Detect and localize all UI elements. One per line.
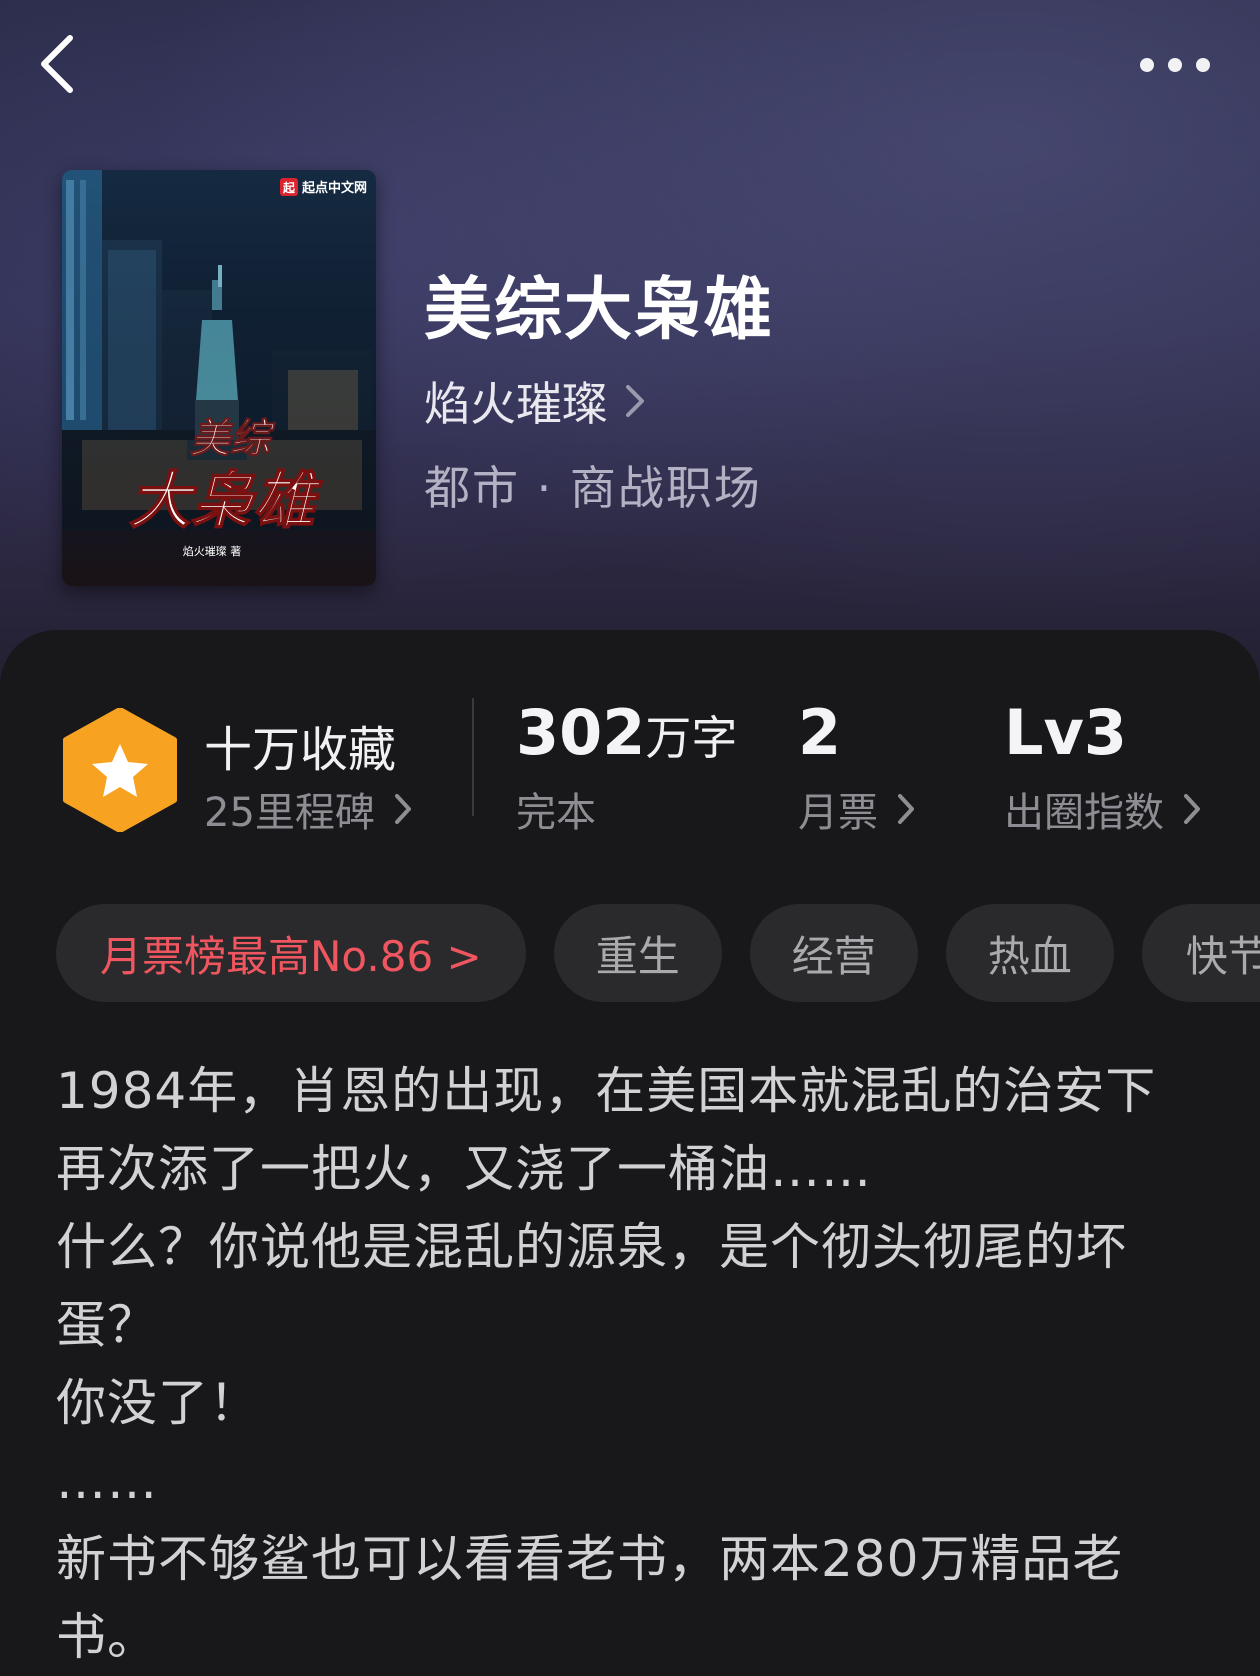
more-button[interactable] — [1140, 50, 1220, 80]
cover-title-line1: 美综 — [190, 415, 276, 462]
influence-index-value: Lv3 — [1004, 696, 1128, 769]
word-count-value: 302 — [516, 696, 646, 769]
book-description: 1984年，肖恩的出现，在美国本就混乱的治安下再次添了一把火，又浇了一桶油…… … — [56, 1052, 1206, 1676]
cover-author-label: 焰火璀璨 著 — [183, 544, 242, 558]
monthly-votes: 2 — [798, 696, 841, 769]
tag-list: 月票榜最高No.86 > 重生 经营 热血 快节奏 — [56, 904, 1260, 1002]
cover-title-line2: 大枭雄 — [129, 464, 323, 537]
tag-chip[interactable]: 重生 — [553, 904, 722, 1002]
book-cover[interactable]: 起 起点中文网 美综 大枭雄 焰火璀璨 著 — [62, 170, 376, 586]
author-link[interactable]: 焰火璀璨 — [424, 368, 646, 434]
svg-text:起: 起 — [282, 180, 296, 195]
chevron-right-icon — [626, 385, 644, 417]
tag-chip[interactable]: 经营 — [749, 904, 918, 1002]
description-paragraph: 你没了！ — [56, 1374, 260, 1432]
completion-status: 完本 — [516, 790, 596, 836]
description-paragraph: 1984年，肖恩的出现，在美国本就混乱的治安下再次添了一把火，又浇了一桶油…… — [56, 1062, 1157, 1198]
influence-index-link[interactable]: 出圈指数 — [1004, 780, 1202, 838]
chevron-right-icon — [1184, 794, 1200, 824]
chevron-right-icon — [394, 794, 411, 824]
ranking-tag[interactable]: 月票榜最高No.86 > — [56, 904, 526, 1002]
influence-index-label: 出圈指数 — [1004, 790, 1164, 836]
collection-subtitle: 25里程碑 — [204, 790, 375, 836]
chevron-right-icon — [898, 794, 914, 824]
star-badge-icon — [63, 708, 177, 832]
collection-milestone-link[interactable]: 25里程碑 — [204, 780, 413, 838]
word-count: 302万字 — [516, 696, 737, 769]
tag-chip[interactable]: 快节奏 — [1141, 904, 1260, 1002]
author-name: 焰火璀璨 — [424, 377, 608, 431]
back-button[interactable] — [30, 30, 90, 100]
more-dot-icon — [1168, 58, 1182, 72]
tag-chip[interactable]: 热血 — [945, 904, 1114, 1002]
description-paragraph: …… — [56, 1452, 158, 1510]
collection-title: 十万收藏 — [204, 722, 397, 778]
stats-divider — [472, 698, 474, 816]
more-dot-icon — [1140, 58, 1154, 72]
more-dot-icon — [1196, 58, 1210, 72]
word-count-unit: 万字 — [645, 711, 738, 765]
chevron-left-icon — [41, 35, 73, 93]
description-paragraph: 新书不够鲨也可以看看老书，两本280万精品老书。 — [56, 1530, 1124, 1666]
monthly-votes-label: 月票 — [798, 790, 878, 836]
book-title: 美综大枭雄 — [424, 270, 775, 350]
genre-label: 都市 · 商战职场 — [424, 461, 762, 515]
cover-art: 起 起点中文网 美综 大枭雄 焰火璀璨 著 — [62, 170, 376, 586]
monthly-votes-value: 2 — [798, 696, 842, 769]
influence-index: Lv3 — [1004, 696, 1127, 769]
description-paragraph: 什么？你说他是混乱的源泉，是个彻头彻尾的坏蛋？ — [56, 1218, 1127, 1354]
cover-publisher-logo: 起点中文网 — [301, 180, 367, 196]
monthly-votes-link[interactable]: 月票 — [798, 780, 916, 838]
